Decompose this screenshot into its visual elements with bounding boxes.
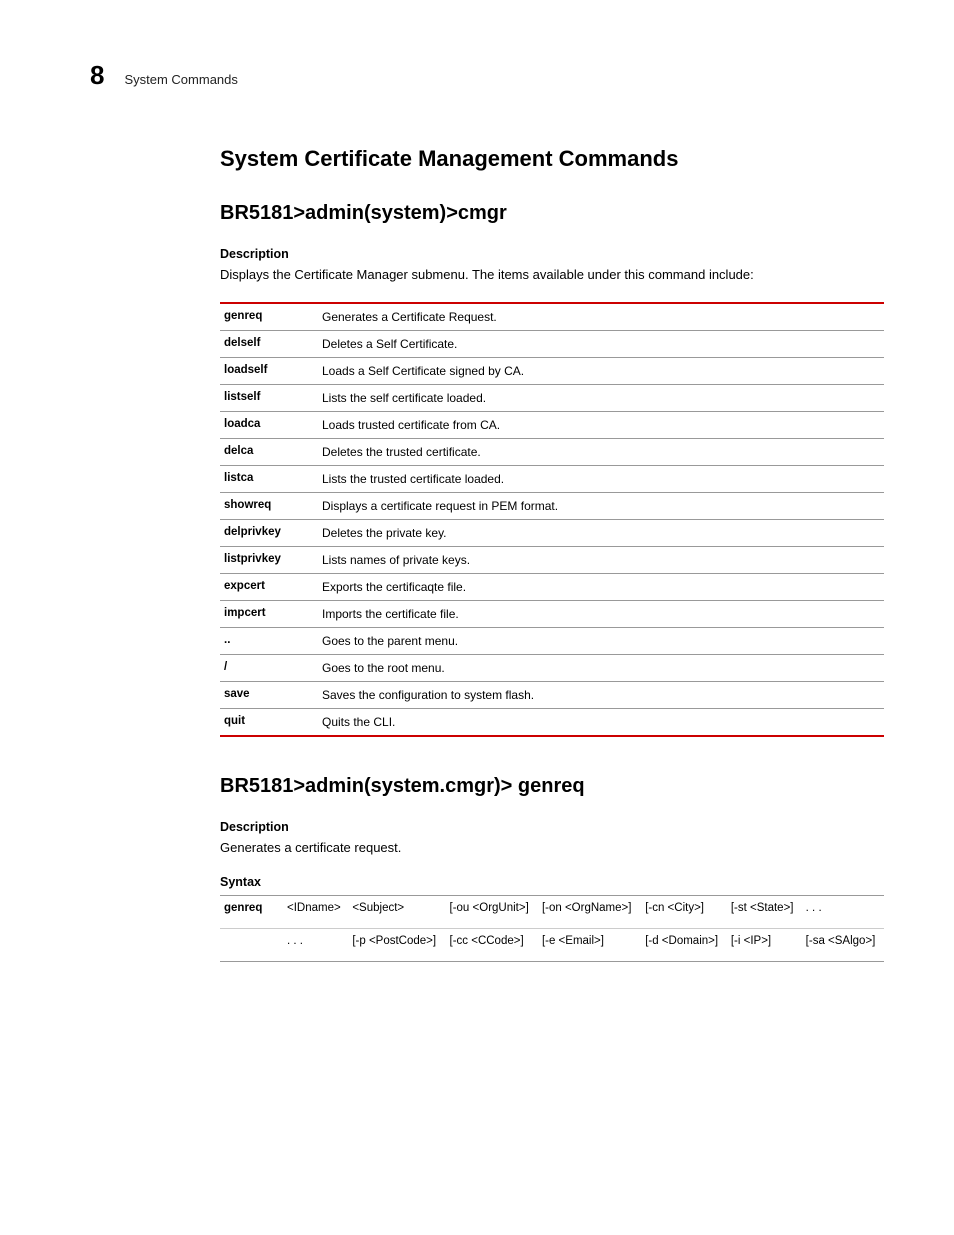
command-description: Goes to the parent menu. bbox=[318, 628, 884, 655]
table-row: listselfLists the self certificate loade… bbox=[220, 385, 884, 412]
syntax-arg: [-cc <CCode>] bbox=[446, 929, 538, 962]
command-description: Deletes a Self Certificate. bbox=[318, 331, 884, 358]
syntax-arg: [-e <Email>] bbox=[538, 929, 641, 962]
cmgr-path-heading: BR5181>admin(system)>cmgr bbox=[220, 202, 884, 225]
table-row: genreqGenerates a Certificate Request. bbox=[220, 303, 884, 331]
table-row: delselfDeletes a Self Certificate. bbox=[220, 331, 884, 358]
command-description: Lists names of private keys. bbox=[318, 547, 884, 574]
command-name: expcert bbox=[220, 574, 318, 601]
table-row: . . .[-p <PostCode>][-cc <CCode>][-e <Em… bbox=[220, 929, 884, 962]
table-row: expcertExports the certificaqte file. bbox=[220, 574, 884, 601]
table-row: genreq<IDname><Subject>[-ou <OrgUnit>][-… bbox=[220, 896, 884, 929]
table-row: delcaDeletes the trusted certificate. bbox=[220, 439, 884, 466]
command-description: Generates a Certificate Request. bbox=[318, 303, 884, 331]
table-row: delprivkeyDeletes the private key. bbox=[220, 520, 884, 547]
description-text: Displays the Certificate Manager submenu… bbox=[220, 267, 884, 282]
command-name: / bbox=[220, 655, 318, 682]
description-text: Generates a certificate request. bbox=[220, 840, 884, 855]
syntax-arg: [-on <OrgName>] bbox=[538, 896, 641, 929]
command-description: Deletes the private key. bbox=[318, 520, 884, 547]
command-description: Quits the CLI. bbox=[318, 709, 884, 737]
table-row: listprivkeyLists names of private keys. bbox=[220, 547, 884, 574]
description-label: Description bbox=[220, 247, 884, 261]
description-label: Description bbox=[220, 820, 884, 834]
table-row: ..Goes to the parent menu. bbox=[220, 628, 884, 655]
command-name: listself bbox=[220, 385, 318, 412]
syntax-arg: [-sa <SAlgo>] bbox=[802, 929, 884, 962]
breadcrumb: System Commands bbox=[124, 72, 237, 87]
command-description: Lists the self certificate loaded. bbox=[318, 385, 884, 412]
table-row: /Goes to the root menu. bbox=[220, 655, 884, 682]
genreq-path-heading: BR5181>admin(system.cmgr)> genreq bbox=[220, 775, 884, 798]
table-row: loadcaLoads trusted certificate from CA. bbox=[220, 412, 884, 439]
command-name: delself bbox=[220, 331, 318, 358]
syntax-arg: [-i <IP>] bbox=[727, 929, 802, 962]
command-name: quit bbox=[220, 709, 318, 737]
command-description: Loads a Self Certificate signed by CA. bbox=[318, 358, 884, 385]
command-name: loadself bbox=[220, 358, 318, 385]
command-name: listprivkey bbox=[220, 547, 318, 574]
command-name: delca bbox=[220, 439, 318, 466]
syntax-label: Syntax bbox=[220, 875, 884, 889]
syntax-arg: <IDname> bbox=[283, 896, 348, 929]
syntax-command bbox=[220, 929, 283, 962]
syntax-arg: [-d <Domain>] bbox=[641, 929, 727, 962]
page-number: 8 bbox=[90, 60, 104, 91]
table-row: quitQuits the CLI. bbox=[220, 709, 884, 737]
command-name: impcert bbox=[220, 601, 318, 628]
table-row: showreqDisplays a certificate request in… bbox=[220, 493, 884, 520]
command-name: loadca bbox=[220, 412, 318, 439]
table-row: listcaLists the trusted certificate load… bbox=[220, 466, 884, 493]
command-name: listca bbox=[220, 466, 318, 493]
syntax-arg: [-cn <City>] bbox=[641, 896, 727, 929]
table-row: saveSaves the configuration to system fl… bbox=[220, 682, 884, 709]
command-description: Exports the certificaqte file. bbox=[318, 574, 884, 601]
command-description: Displays a certificate request in PEM fo… bbox=[318, 493, 884, 520]
command-name: delprivkey bbox=[220, 520, 318, 547]
command-name: .. bbox=[220, 628, 318, 655]
command-description: Goes to the root menu. bbox=[318, 655, 884, 682]
command-description: Imports the certificate file. bbox=[318, 601, 884, 628]
command-description: Saves the configuration to system flash. bbox=[318, 682, 884, 709]
command-description: Loads trusted certificate from CA. bbox=[318, 412, 884, 439]
table-row: loadselfLoads a Self Certificate signed … bbox=[220, 358, 884, 385]
syntax-arg: . . . bbox=[802, 896, 884, 929]
command-name: save bbox=[220, 682, 318, 709]
syntax-arg: <Subject> bbox=[348, 896, 445, 929]
syntax-command: genreq bbox=[220, 896, 283, 929]
section-title: System Certificate Management Commands bbox=[220, 146, 884, 172]
table-row: impcertImports the certificate file. bbox=[220, 601, 884, 628]
syntax-arg: [-st <State>] bbox=[727, 896, 802, 929]
genreq-syntax-table: genreq<IDname><Subject>[-ou <OrgUnit>][-… bbox=[220, 895, 884, 962]
command-description: Lists the trusted certificate loaded. bbox=[318, 466, 884, 493]
command-name: genreq bbox=[220, 303, 318, 331]
syntax-arg: [-ou <OrgUnit>] bbox=[446, 896, 538, 929]
cmgr-commands-table: genreqGenerates a Certificate Request.de… bbox=[220, 302, 884, 737]
syntax-arg: [-p <PostCode>] bbox=[348, 929, 445, 962]
command-description: Deletes the trusted certificate. bbox=[318, 439, 884, 466]
syntax-arg: . . . bbox=[283, 929, 348, 962]
command-name: showreq bbox=[220, 493, 318, 520]
